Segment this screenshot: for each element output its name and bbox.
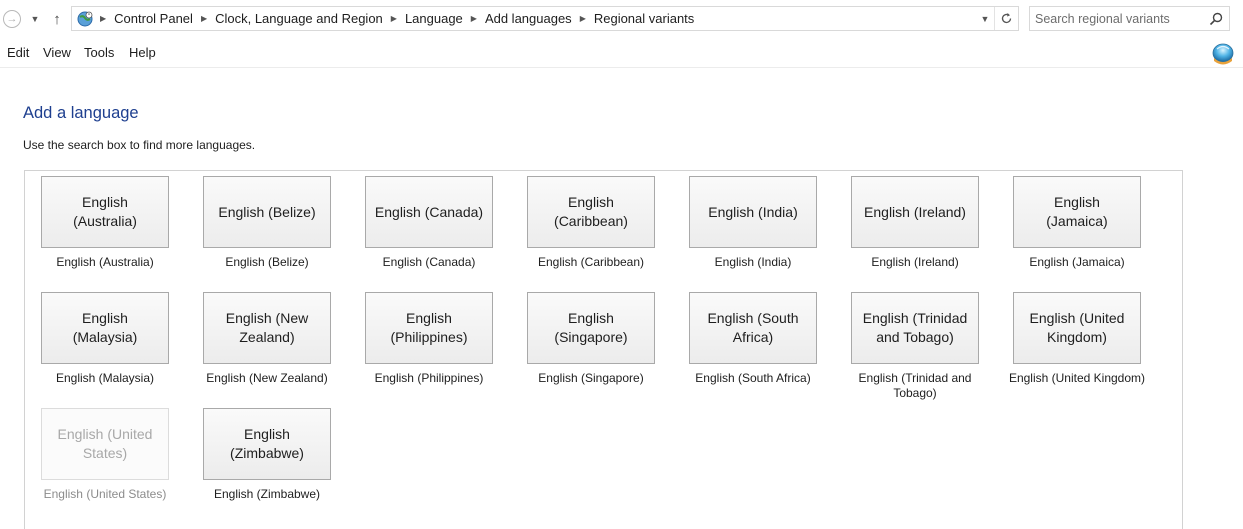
- menu-view[interactable]: View: [43, 45, 71, 60]
- language-tile[interactable]: English (Zimbabwe): [203, 408, 331, 480]
- menu-edit[interactable]: Edit: [7, 45, 29, 60]
- page-title: Add a language: [23, 104, 139, 122]
- up-button[interactable]: ↑: [48, 8, 66, 30]
- language-tile[interactable]: English (New Zealand): [203, 292, 331, 364]
- language-tile[interactable]: English (Canada): [365, 176, 493, 248]
- breadcrumb-separator[interactable]: ▶: [467, 14, 481, 23]
- breadcrumb-control-panel[interactable]: Control Panel: [110, 11, 197, 26]
- search-input[interactable]: [1030, 7, 1202, 30]
- address-dropdown-button[interactable]: ▼: [978, 11, 992, 27]
- back-button[interactable]: →: [2, 8, 22, 30]
- help-orb-icon[interactable]: [1210, 42, 1236, 66]
- refresh-icon: [1001, 13, 1012, 24]
- breadcrumb-regional-variants[interactable]: Regional variants: [590, 11, 698, 26]
- back-arrow-icon: →: [3, 10, 21, 28]
- language-caption: English (Philippines): [374, 371, 484, 385]
- language-tile[interactable]: English (Singapore): [527, 292, 655, 364]
- address-bar[interactable]: ▶ Control Panel ▶ Clock, Language and Re…: [71, 6, 1019, 31]
- breadcrumb: Control Panel ▶ Clock, Language and Regi…: [110, 7, 1018, 30]
- language-caption: English (United Kingdom): [1008, 371, 1146, 385]
- language-caption: English (South Africa): [695, 371, 811, 385]
- language-caption: English (United States): [43, 487, 167, 501]
- language-tile[interactable]: English (Philippines): [365, 292, 493, 364]
- language-tile[interactable]: English (India): [689, 176, 817, 248]
- language-caption: English (Canada): [382, 255, 476, 269]
- breadcrumb-clock-language-region[interactable]: Clock, Language and Region: [211, 11, 387, 26]
- language-tile[interactable]: English (Ireland): [851, 176, 979, 248]
- language-tile[interactable]: English (Jamaica): [1013, 176, 1141, 248]
- language-caption: English (Zimbabwe): [213, 487, 321, 501]
- language-caption: English (New Zealand): [206, 371, 328, 385]
- language-caption: English (Ireland): [871, 255, 959, 269]
- clock-language-region-icon: [74, 8, 96, 30]
- language-tile-panel: English (Australia) English (Australia) …: [24, 170, 1183, 529]
- language-caption: English (Malaysia): [55, 371, 155, 385]
- chevron-down-icon: ▼: [30, 14, 40, 24]
- language-tile[interactable]: English (Malaysia): [41, 292, 169, 364]
- up-arrow-icon: ↑: [53, 10, 61, 28]
- language-caption: English (India): [714, 255, 792, 269]
- page-description: Use the search box to find more language…: [23, 138, 256, 152]
- breadcrumb-add-languages[interactable]: Add languages: [481, 11, 576, 26]
- language-tile[interactable]: English (United Kingdom): [1013, 292, 1141, 364]
- search-box: [1029, 6, 1230, 31]
- language-caption: English (Belize): [225, 255, 309, 269]
- language-tile[interactable]: English (South Africa): [689, 292, 817, 364]
- breadcrumb-separator[interactable]: ▶: [197, 14, 211, 23]
- language-tile[interactable]: English (Trinidad and Tobago): [851, 292, 979, 364]
- menu-tools[interactable]: Tools: [84, 45, 114, 60]
- refresh-button[interactable]: [994, 7, 1018, 30]
- language-caption: English (Australia): [56, 255, 154, 269]
- language-caption: English (Jamaica): [1029, 255, 1125, 269]
- menu-bar: Edit View Tools Help: [0, 38, 1243, 68]
- language-tile[interactable]: English (Australia): [41, 176, 169, 248]
- search-icon[interactable]: [1208, 11, 1224, 27]
- language-tile[interactable]: English (Caribbean): [527, 176, 655, 248]
- breadcrumb-separator[interactable]: ▶: [576, 14, 590, 23]
- menu-help[interactable]: Help: [129, 45, 156, 60]
- breadcrumb-separator[interactable]: ▶: [387, 14, 401, 23]
- language-tile-disabled: English (United States): [41, 408, 169, 480]
- language-caption: English (Trinidad and Tobago): [858, 371, 972, 400]
- breadcrumb-separator[interactable]: ▶: [96, 14, 110, 23]
- breadcrumb-language[interactable]: Language: [401, 11, 467, 26]
- language-tile[interactable]: English (Belize): [203, 176, 331, 248]
- address-toolbar: → ▼ ↑ ▶ Control Panel ▶ Clock, Language …: [0, 0, 1243, 38]
- recent-locations-button[interactable]: ▼: [28, 8, 42, 30]
- language-caption: English (Caribbean): [537, 255, 645, 269]
- language-caption: English (Singapore): [538, 371, 644, 385]
